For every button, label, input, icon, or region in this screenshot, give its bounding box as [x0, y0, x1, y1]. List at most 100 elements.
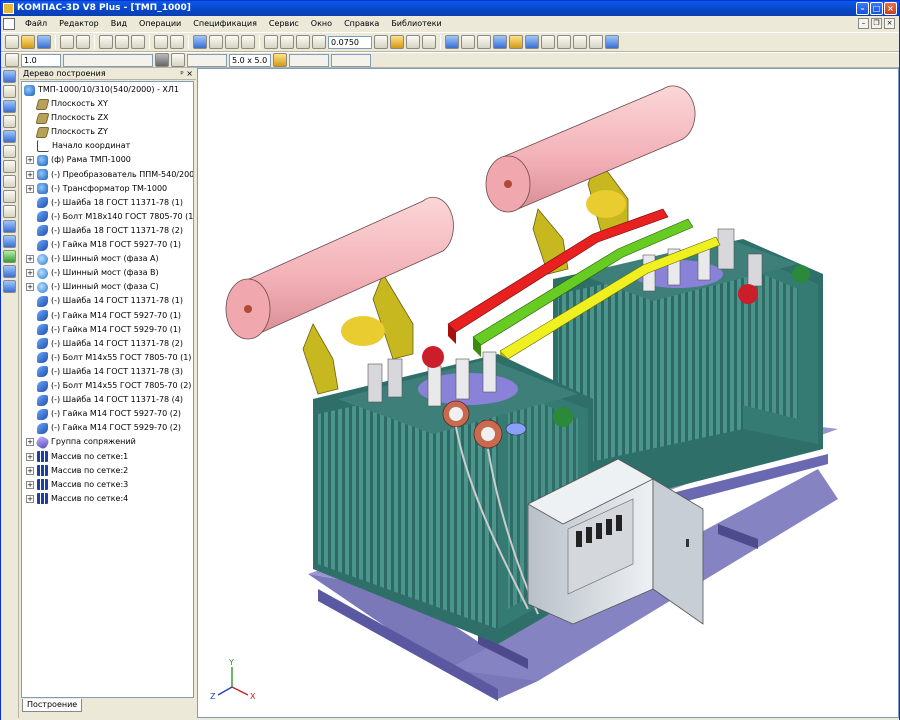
expand-toggle[interactable]: +	[26, 156, 34, 165]
hidden-lines-icon[interactable]	[477, 35, 491, 49]
menu-window[interactable]: Окно	[305, 16, 338, 32]
menu-operations[interactable]: Операции	[133, 16, 187, 32]
tree-item[interactable]: + (ф) Рама ТМП-1000	[26, 153, 131, 167]
wireframe-icon[interactable]	[461, 35, 475, 49]
menu-specification[interactable]: Спецификация	[187, 16, 263, 32]
paste-icon[interactable]	[131, 35, 145, 49]
expand-toggle[interactable]: +	[26, 283, 34, 292]
menu-file[interactable]: Файл	[19, 16, 53, 32]
scale-field[interactable]: 1.0	[21, 53, 61, 67]
undo-icon[interactable]	[154, 35, 168, 49]
zoom-out-icon[interactable]	[296, 35, 310, 49]
rotate-icon[interactable]	[406, 35, 420, 49]
zoom-window-icon[interactable]	[264, 35, 278, 49]
tree-item[interactable]: (-) Шайба 14 ГОСТ 11371-78 (3)	[26, 365, 183, 379]
tree-item[interactable]: (-) Шайба 18 ГОСТ 11371-78 (2)	[26, 224, 183, 238]
sketch-icon[interactable]	[3, 85, 16, 98]
print-icon[interactable]	[60, 35, 74, 49]
mates-icon[interactable]	[3, 220, 16, 233]
menu-editor[interactable]: Редактор	[53, 16, 105, 32]
tab-build[interactable]: Построение	[22, 699, 83, 712]
doc-close-button[interactable]: ×	[884, 18, 895, 29]
style-icon[interactable]	[171, 53, 185, 67]
tree-item[interactable]: + (-) Шинный мост (фаза В)	[26, 266, 159, 280]
tree-item[interactable]: + Группа сопряжений	[26, 434, 136, 450]
tree-item[interactable]: + (-) Трансформатор ТМ-1000	[26, 182, 167, 196]
open-folder-icon[interactable]	[21, 35, 35, 49]
expand-toggle[interactable]: +	[26, 184, 34, 193]
coord-x-field[interactable]	[289, 53, 329, 67]
orient-icon[interactable]	[422, 35, 436, 49]
filter-icon[interactable]	[3, 175, 16, 188]
tree-item[interactable]: (-) Шайба 14 ГОСТ 11371-78 (1)	[26, 294, 183, 308]
tree-item[interactable]: (-) Болт М14х55 ГОСТ 7805-70 (2)	[26, 379, 191, 393]
view-manager-icon[interactable]	[3, 265, 16, 278]
sheet-metal-icon[interactable]	[3, 280, 16, 293]
screen-icon[interactable]	[605, 35, 619, 49]
expand-toggle[interactable]: +	[26, 269, 34, 278]
expand-toggle[interactable]: +	[26, 452, 34, 461]
save-icon[interactable]	[37, 35, 51, 49]
half-tone-icon[interactable]	[493, 35, 507, 49]
style-field[interactable]	[187, 53, 227, 67]
document-icon[interactable]	[3, 18, 15, 30]
perspective-icon[interactable]	[509, 35, 523, 49]
redraw-icon[interactable]	[557, 35, 571, 49]
title-bar[interactable]: КОМПАС-3D V8 Plus - [ТМП_1000] – □ ×	[1, 1, 899, 16]
grid-icon[interactable]	[273, 53, 287, 67]
tree-item[interactable]: (-) Гайка М14 ГОСТ 5929-70 (1)	[26, 323, 181, 337]
maximize-button[interactable]: □	[870, 2, 883, 15]
tree-item[interactable]: (-) Болт М14х55 ГОСТ 7805-70 (1)	[26, 351, 191, 365]
edit-tools-icon[interactable]	[3, 70, 16, 83]
tree-item[interactable]: + (-) Преобразователь ППМ-540/2000	[26, 168, 193, 182]
expand-toggle[interactable]: +	[26, 438, 34, 447]
doc-minimize-button[interactable]: –	[858, 18, 869, 29]
components-icon[interactable]	[3, 235, 16, 248]
menu-view[interactable]: Вид	[105, 16, 133, 32]
print-preview-icon[interactable]	[76, 35, 90, 49]
expand-toggle[interactable]: +	[26, 466, 34, 475]
tree-item[interactable]: + Массив по сетке:4	[26, 492, 128, 506]
sections-icon[interactable]	[525, 35, 539, 49]
hide-icon[interactable]	[573, 35, 587, 49]
measure-icon[interactable]	[3, 160, 16, 173]
variables-icon[interactable]	[225, 35, 239, 49]
cut-icon[interactable]	[99, 35, 113, 49]
doc-restore-button[interactable]: ❐	[871, 18, 882, 29]
assembly-icon[interactable]	[3, 100, 16, 113]
reports-icon[interactable]	[3, 205, 16, 218]
show-all-icon[interactable]	[541, 35, 555, 49]
close-button[interactable]: ×	[884, 2, 897, 15]
tree-icon[interactable]	[209, 35, 223, 49]
zoom-in-icon[interactable]	[280, 35, 294, 49]
move-icon[interactable]	[390, 35, 404, 49]
menu-libraries[interactable]: Библиотеки	[385, 16, 447, 32]
tree-item[interactable]: + Массив по сетке:1	[26, 450, 128, 464]
grid-field[interactable]: 5.0 x 5.0	[229, 53, 271, 67]
layer-field[interactable]	[63, 53, 153, 67]
menu-service[interactable]: Сервис	[263, 16, 305, 32]
tree-item[interactable]: (-) Болт М18х140 ГОСТ 7805-70 (1)	[26, 210, 193, 224]
expand-toggle[interactable]: +	[26, 480, 34, 489]
expand-toggle[interactable]: +	[26, 170, 34, 179]
array-tools-icon[interactable]	[3, 130, 16, 143]
copy-icon[interactable]	[115, 35, 129, 49]
tree-item[interactable]: (-) Гайка М14 ГОСТ 5927-70 (1)	[26, 309, 181, 323]
menu-help[interactable]: Справка	[338, 16, 385, 32]
shaded-icon[interactable]	[445, 35, 459, 49]
expand-toggle[interactable]: +	[26, 494, 34, 503]
tree-item[interactable]: (-) Шайба 14 ГОСТ 11371-78 (4)	[26, 393, 183, 407]
tree-item[interactable]: Начало координат	[26, 139, 130, 153]
help-pointer-icon[interactable]	[241, 35, 255, 49]
pan-icon[interactable]	[374, 35, 388, 49]
tree-item[interactable]: (-) Шайба 14 ГОСТ 11371-78 (2)	[26, 337, 183, 351]
minimize-button[interactable]: –	[856, 2, 869, 15]
tree-item[interactable]: + Массив по сетке:2	[26, 464, 128, 478]
properties-icon[interactable]	[193, 35, 207, 49]
auxiliary-geometry-icon[interactable]	[3, 145, 16, 158]
tree-item[interactable]: + (-) Шинный мост (фаза А)	[26, 252, 159, 266]
tree-item[interactable]: (-) Гайка М14 ГОСТ 5929-70 (2)	[26, 421, 181, 435]
coord-y-field[interactable]	[331, 53, 371, 67]
zoom-select-icon[interactable]	[312, 35, 326, 49]
display-settings-icon[interactable]	[589, 35, 603, 49]
